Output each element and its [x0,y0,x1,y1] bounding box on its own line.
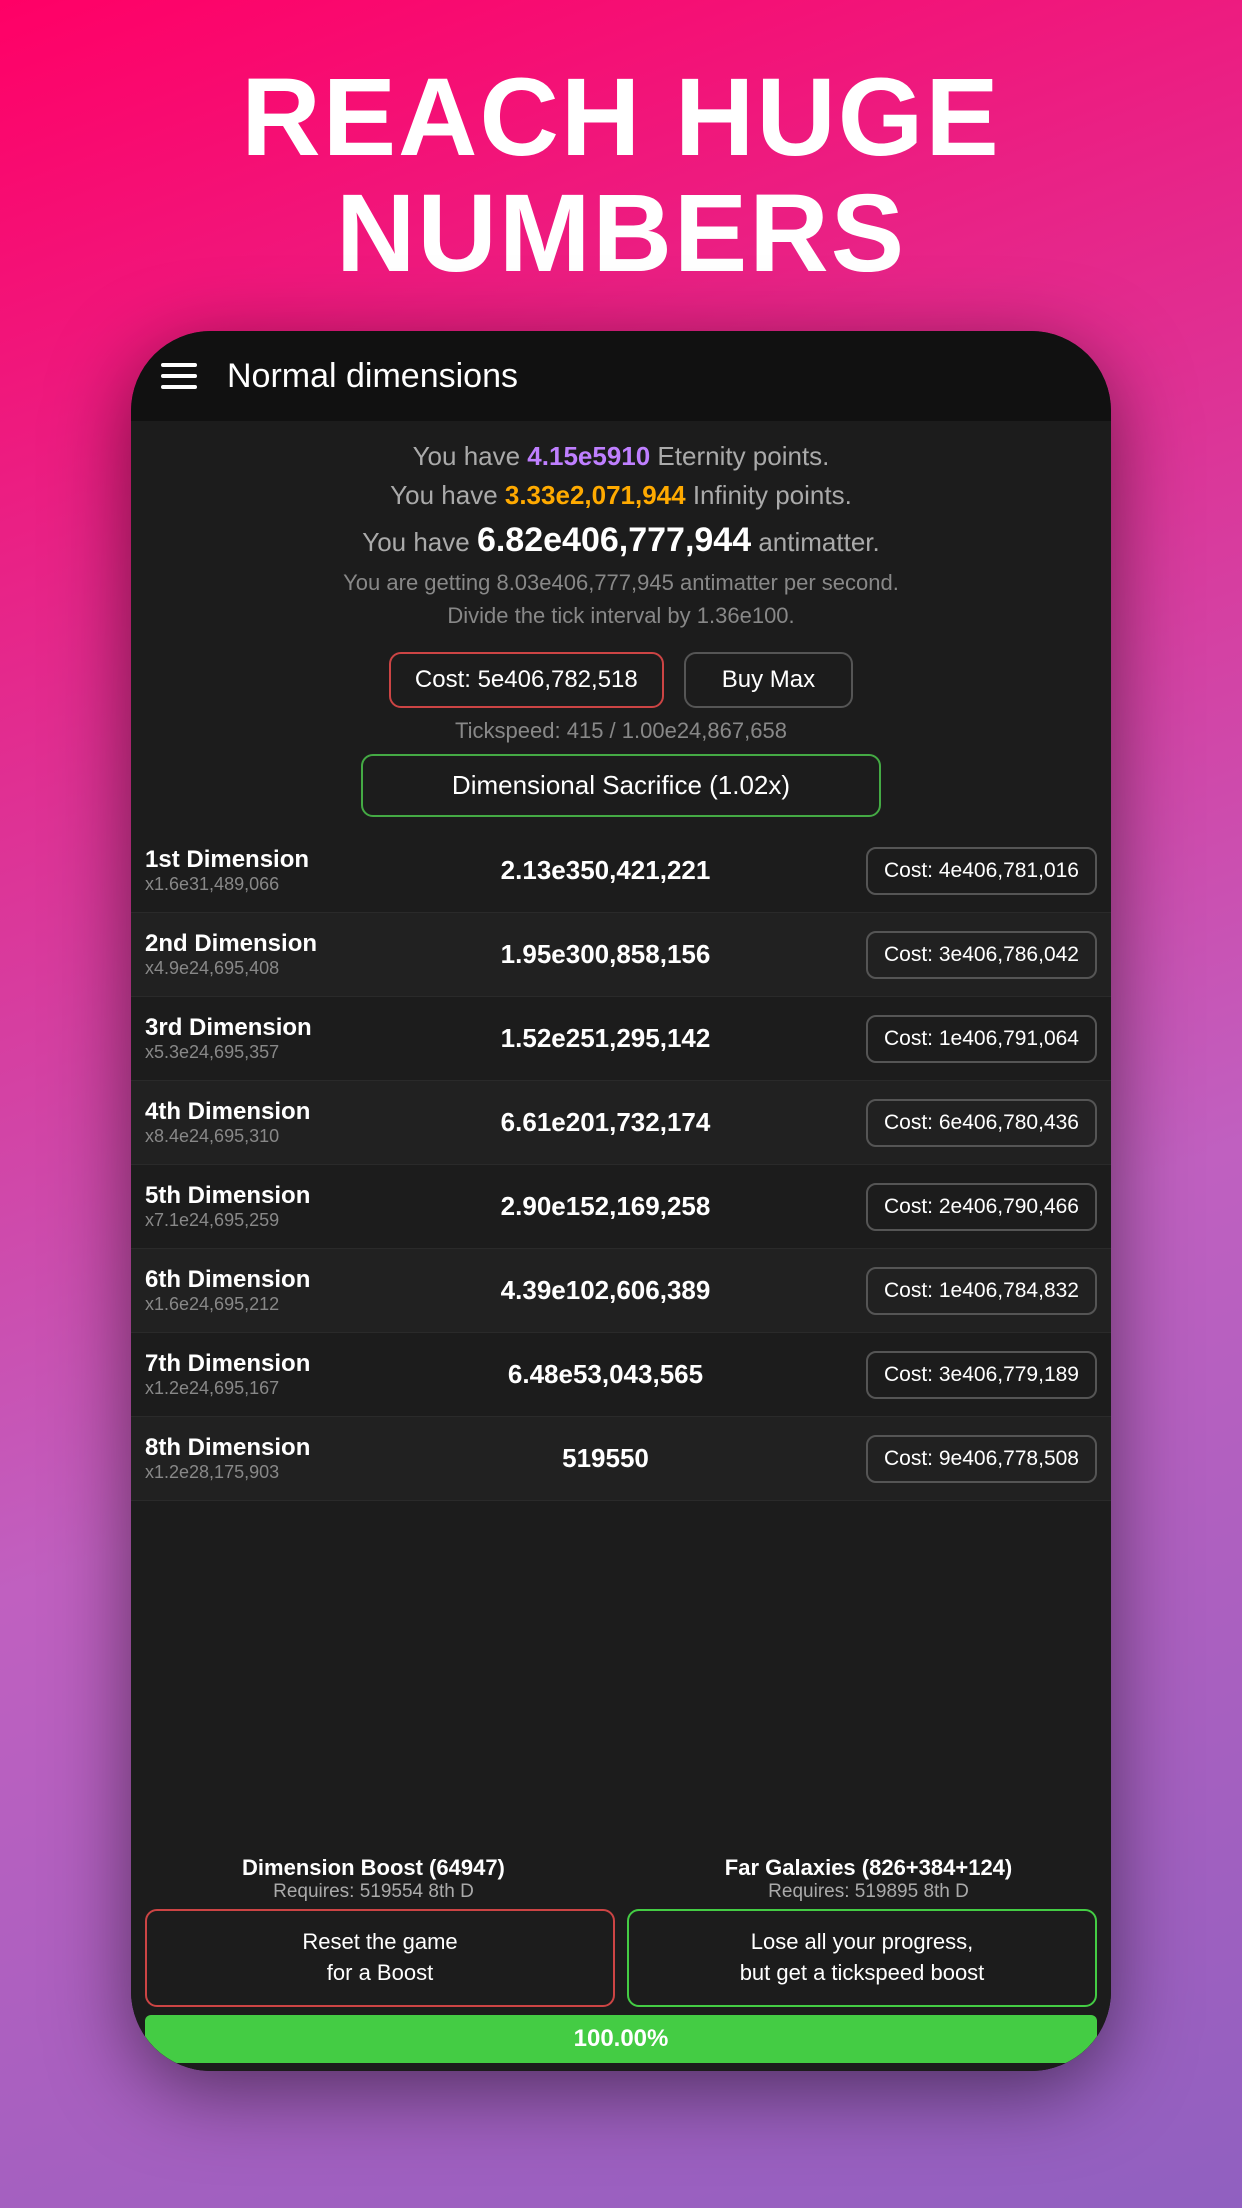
dim-multiplier-7: x1.2e24,695,167 [145,1378,345,1399]
dim-name-6: 6th Dimension [145,1266,345,1294]
dim-multiplier-5: x7.1e24,695,259 [145,1210,345,1231]
headline-line2: NUMBERS [336,172,906,295]
boost-buttons: Reset the game for a Boost Lose all your… [145,1909,1097,2007]
dimension-row-5: 5th Dimension x7.1e24,695,259 2.90e152,1… [131,1165,1111,1249]
purchase-buttons: Cost: 5e406,782,518 Buy Max [151,652,1091,708]
dim-name-7: 7th Dimension [145,1350,345,1378]
dim-value-3: 1.52e251,295,142 [345,1023,866,1054]
dim-name-8: 8th Dimension [145,1434,345,1462]
dim-cost-btn-6[interactable]: Cost: 1e406,784,832 [866,1267,1097,1315]
dimension-row-3: 3rd Dimension x5.3e24,695,357 1.52e251,2… [131,997,1111,1081]
dim-value-8: 519550 [345,1443,866,1474]
galaxy-boost-button[interactable]: Lose all your progress, but get a ticksp… [627,1909,1097,2007]
boosts-section: Dimension Boost (64947) Requires: 519554… [131,1845,1111,2071]
tick-divide-line: Divide the tick interval by 1.36e100. [151,599,1091,632]
dimension-row-1: 1st Dimension x1.6e31,489,066 2.13e350,4… [131,829,1111,913]
stats-area: You have 4.15e5910 Eternity points. You … [131,421,1111,640]
dim-cost-btn-5[interactable]: Cost: 2e406,790,466 [866,1183,1097,1231]
page-wrapper: REACH HUGE NUMBERS Normal dimensions You… [0,0,1242,2208]
dimension-row-8: 8th Dimension x1.2e28,175,903 519550 Cos… [131,1417,1111,1501]
dim-label-5: 5th Dimension x7.1e24,695,259 [145,1182,345,1231]
dim-cost-btn-8[interactable]: Cost: 9e406,778,508 [866,1435,1097,1483]
dimension-boost-button[interactable]: Reset the game for a Boost [145,1909,615,2007]
boost-left-title: Dimension Boost (64947) [145,1855,602,1881]
rate-line: You are getting 8.03e406,777,945 antimat… [151,566,1091,599]
tickspeed-line: Tickspeed: 415 / 1.00e24,867,658 [131,718,1111,744]
boost-headers: Dimension Boost (64947) Requires: 519554… [145,1855,1097,1903]
dim-multiplier-1: x1.6e31,489,066 [145,874,345,895]
phone-frame: Normal dimensions You have 4.15e5910 Ete… [131,331,1111,2071]
dim-label-1: 1st Dimension x1.6e31,489,066 [145,846,345,895]
galaxy-btn-line2: but get a tickspeed boost [740,1960,985,1985]
topbar-title: Normal dimensions [227,357,518,396]
dim-value-2: 1.95e300,858,156 [345,939,866,970]
dimension-row-6: 6th Dimension x1.6e24,695,212 4.39e102,6… [131,1249,1111,1333]
dim-value-1: 2.13e350,421,221 [345,855,866,886]
dim-cost-btn-4[interactable]: Cost: 6e406,780,436 [866,1099,1097,1147]
dim-cost-btn-1[interactable]: Cost: 4e406,781,016 [866,847,1097,895]
dim-name-1: 1st Dimension [145,846,345,874]
antimatter-line: You have 6.82e406,777,944 antimatter. [151,515,1091,566]
infinity-value: 3.33e2,071,944 [505,480,686,510]
antimatter-post: antimatter. [751,527,880,557]
boost-left-header: Dimension Boost (64947) Requires: 519554… [145,1855,602,1903]
dim-multiplier-2: x4.9e24,695,408 [145,958,345,979]
boost-left-sub: Requires: 519554 8th D [145,1881,602,1903]
dim-cost-btn-7[interactable]: Cost: 3e406,779,189 [866,1351,1097,1399]
sacrifice-button[interactable]: Dimensional Sacrifice (1.02x) [361,754,881,817]
dim-value-5: 2.90e152,169,258 [345,1191,866,1222]
dim-label-4: 4th Dimension x8.4e24,695,310 [145,1098,345,1147]
dimension-row-4: 4th Dimension x8.4e24,695,310 6.61e201,7… [131,1081,1111,1165]
dim-name-5: 5th Dimension [145,1182,345,1210]
dim-label-6: 6th Dimension x1.6e24,695,212 [145,1266,345,1315]
galaxy-btn-line1: Lose all your progress, [751,1929,974,1954]
headline-line1: REACH HUGE [241,56,1001,179]
infinity-pre: You have [390,480,505,510]
dimension-row-7: 7th Dimension x1.2e24,695,167 6.48e53,04… [131,1333,1111,1417]
eternity-post: Eternity points. [650,441,829,471]
dim-cost-btn-2[interactable]: Cost: 3e406,786,042 [866,931,1097,979]
dim-name-4: 4th Dimension [145,1098,345,1126]
dim-label-7: 7th Dimension x1.2e24,695,167 [145,1350,345,1399]
eternity-pre: You have [413,441,528,471]
dim-label-2: 2nd Dimension x4.9e24,695,408 [145,930,345,979]
dimension-row-2: 2nd Dimension x4.9e24,695,408 1.95e300,8… [131,913,1111,997]
progress-label: 100.00% [574,2025,669,2053]
main-content: You have 4.15e5910 Eternity points. You … [131,421,1111,2071]
antimatter-pre: You have [362,527,477,557]
dim-value-7: 6.48e53,043,565 [345,1359,866,1390]
dim-cost-btn-3[interactable]: Cost: 1e406,791,064 [866,1015,1097,1063]
buy-max-button[interactable]: Buy Max [684,652,853,708]
dim-value-6: 4.39e102,606,389 [345,1275,866,1306]
progress-bar: 100.00% [145,2015,1097,2063]
dim-label-3: 3rd Dimension x5.3e24,695,357 [145,1014,345,1063]
boost-btn-line1: Reset the game [302,1929,457,1954]
dim-multiplier-4: x8.4e24,695,310 [145,1126,345,1147]
eternity-line: You have 4.15e5910 Eternity points. [151,437,1091,476]
boost-btn-line2: for a Boost [327,1960,433,1985]
boost-right-title: Far Galaxies (826+384+124) [640,1855,1097,1881]
dim-label-8: 8th Dimension x1.2e28,175,903 [145,1434,345,1483]
dim-multiplier-3: x5.3e24,695,357 [145,1042,345,1063]
dim-value-4: 6.61e201,732,174 [345,1107,866,1138]
cost-button[interactable]: Cost: 5e406,782,518 [389,652,664,708]
dim-multiplier-8: x1.2e28,175,903 [145,1462,345,1483]
antimatter-value: 6.82e406,777,944 [477,521,751,559]
dim-name-3: 3rd Dimension [145,1014,345,1042]
infinity-line: You have 3.33e2,071,944 Infinity points. [151,476,1091,515]
topbar: Normal dimensions [131,331,1111,421]
menu-button[interactable] [161,363,197,389]
boost-right-sub: Requires: 519895 8th D [640,1881,1097,1903]
dim-name-2: 2nd Dimension [145,930,345,958]
headline: REACH HUGE NUMBERS [171,60,1071,291]
eternity-value: 4.15e5910 [527,441,650,471]
infinity-post: Infinity points. [686,480,852,510]
boost-right-header: Far Galaxies (826+384+124) Requires: 519… [640,1855,1097,1903]
dimensions-list: 1st Dimension x1.6e31,489,066 2.13e350,4… [131,829,1111,1845]
dim-multiplier-6: x1.6e24,695,212 [145,1294,345,1315]
